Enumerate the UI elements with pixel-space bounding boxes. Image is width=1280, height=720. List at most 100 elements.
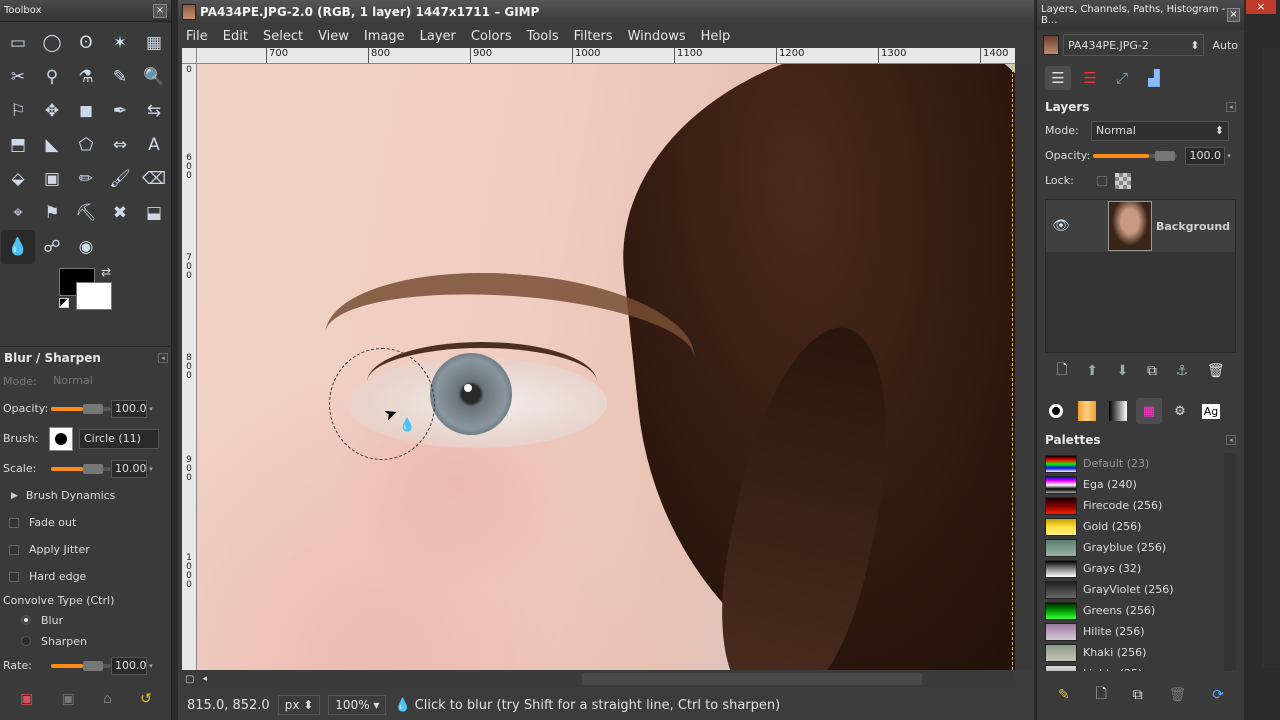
clone-tool-icon[interactable]: ⛏: [69, 196, 103, 230]
palette-item[interactable]: Default (23): [1045, 453, 1236, 474]
palette-item[interactable]: Grayblue (256): [1045, 537, 1236, 558]
rate-input[interactable]: 100.0: [111, 656, 147, 675]
hard-edge-checkbox[interactable]: [9, 571, 19, 582]
smudge-tool-icon[interactable]: ☍: [35, 230, 69, 264]
scale-input[interactable]: 10.00: [111, 459, 147, 478]
color-picker-tool-icon[interactable]: ✎: [103, 60, 137, 94]
expander-arrow-icon[interactable]: ▶: [11, 491, 18, 501]
menu-layer[interactable]: Layer: [420, 29, 456, 44]
brush-dynamics-row[interactable]: ▶ Brush Dynamics: [0, 482, 172, 509]
tab-brushes[interactable]: [1043, 398, 1069, 424]
rate-spin-icon[interactable]: ▾: [147, 657, 155, 675]
layer-opacity-slider[interactable]: [1091, 147, 1177, 165]
palette-item[interactable]: Lights (25): [1045, 663, 1236, 671]
tool-options-menu-icon[interactable]: ◂: [158, 352, 168, 363]
layer-mode-select[interactable]: Normal ⬍: [1091, 120, 1229, 141]
rate-slider[interactable]: [49, 657, 111, 675]
menu-filters[interactable]: Filters: [574, 29, 613, 44]
image-selector-combo[interactable]: PA434PE.JPG-2 ⬍: [1063, 34, 1205, 56]
vertical-scrollbar[interactable]: [1015, 64, 1032, 670]
desktop-scrollbar[interactable]: [1262, 48, 1280, 668]
vertical-ruler[interactable]: 0 6 0 0 7 0 0 8 0 0 9 0 0 1 0 0 0: [182, 64, 197, 670]
menu-colors[interactable]: Colors: [471, 29, 512, 44]
brush-name-field[interactable]: Circle (11): [79, 428, 159, 449]
palette-item[interactable]: Khaki (256): [1045, 642, 1236, 663]
horizontal-scrollbar[interactable]: ▢ ◂: [182, 671, 1015, 687]
new-layer-icon[interactable]: 🗋: [1056, 359, 1067, 383]
swap-colors-icon[interactable]: ⇄: [101, 265, 111, 279]
palette-item[interactable]: Ega (240): [1045, 474, 1236, 495]
paths-tool-icon[interactable]: ⚗: [69, 60, 103, 94]
menu-tools[interactable]: Tools: [527, 29, 559, 44]
image-canvas[interactable]: ➤ 💧: [197, 64, 1015, 670]
layer-row-background[interactable]: 👁 Background: [1046, 200, 1235, 252]
auto-button[interactable]: Auto: [1212, 39, 1238, 52]
palette-item[interactable]: Greens (256): [1045, 600, 1236, 621]
sharpen-radio-row[interactable]: Sharpen: [0, 630, 172, 652]
horizontal-ruler[interactable]: 700 800 900 1000 1100 1200 1300 1400: [197, 48, 1015, 64]
fade-out-row[interactable]: Fade out: [0, 509, 172, 536]
ink-tool-icon[interactable]: ⚑: [35, 196, 69, 230]
layer-opacity-spin-icon[interactable]: ▾: [1225, 147, 1233, 165]
paintbrush-tool-icon[interactable]: 🖌: [103, 162, 137, 196]
palette-item[interactable]: Grays (32): [1045, 558, 1236, 579]
free-select-tool-icon[interactable]: ʘ: [69, 26, 103, 60]
sharpen-radio[interactable]: [21, 636, 31, 646]
layer-name[interactable]: Background: [1156, 220, 1230, 233]
opacity-input[interactable]: 100.0: [111, 399, 147, 418]
background-color-swatch[interactable]: [76, 282, 112, 310]
menu-select[interactable]: Select: [263, 29, 303, 44]
rect-select-tool-icon[interactable]: ▭: [1, 26, 35, 60]
crop-tool-icon[interactable]: ✒: [103, 94, 137, 128]
menu-view[interactable]: View: [318, 29, 349, 44]
edit-palette-icon[interactable]: ✎: [1058, 687, 1070, 703]
tab-patterns[interactable]: [1074, 398, 1100, 424]
measure-tool-icon[interactable]: ⚐: [1, 94, 35, 128]
bucket-fill-tool-icon[interactable]: ⬙: [1, 162, 35, 196]
opacity-slider[interactable]: [49, 400, 111, 418]
scale-slider[interactable]: [49, 460, 111, 478]
eraser-tool-icon[interactable]: ⌫: [137, 162, 171, 196]
navigate-icon[interactable]: ▢: [185, 674, 194, 685]
duplicate-palette-icon[interactable]: ⧉: [1133, 687, 1143, 703]
align-tool-icon[interactable]: ◼: [69, 94, 103, 128]
scale-tool-icon[interactable]: ⬒: [1, 128, 35, 162]
visibility-eye-icon[interactable]: 👁: [1046, 218, 1076, 234]
raise-layer-icon[interactable]: ⬆: [1086, 363, 1098, 379]
default-colors-icon[interactable]: [59, 298, 69, 308]
blend-tool-icon[interactable]: ▣: [35, 162, 69, 196]
blur-radio[interactable]: [21, 615, 31, 625]
opacity-spin-icon[interactable]: ▾: [147, 400, 155, 418]
delete-options-icon[interactable]: ⌂: [103, 691, 112, 707]
delete-layer-icon[interactable]: 🗑: [1207, 363, 1225, 379]
anchor-layer-icon[interactable]: ⚓: [1176, 363, 1189, 379]
palette-item[interactable]: Firecode (256): [1045, 495, 1236, 516]
apply-jitter-row[interactable]: Apply Jitter: [0, 536, 172, 563]
menu-file[interactable]: File: [186, 29, 208, 44]
dock-close-button[interactable]: ×: [1227, 8, 1240, 22]
scroll-left-icon[interactable]: ◂: [202, 674, 207, 684]
delete-palette-icon[interactable]: 🗑: [1169, 687, 1187, 703]
perspective-clone-tool-icon[interactable]: ⬓: [137, 196, 171, 230]
scissors-select-tool-icon[interactable]: ✂: [1, 60, 35, 94]
tab-fonts-select[interactable]: ⚙: [1167, 398, 1193, 424]
dodge-burn-tool-icon[interactable]: ◉: [69, 230, 103, 264]
foreground-select-tool-icon[interactable]: ⚲: [35, 60, 69, 94]
heal-tool-icon[interactable]: ✖: [103, 196, 137, 230]
shear-tool-icon[interactable]: ◣: [35, 128, 69, 162]
color-select-tool-icon[interactable]: ▦: [137, 26, 171, 60]
layer-opacity-input[interactable]: 100.0: [1185, 146, 1225, 165]
menu-help[interactable]: Help: [701, 29, 731, 44]
tab-layers[interactable]: ☰: [1045, 66, 1071, 90]
rotate-tool-icon[interactable]: ⇆: [137, 94, 171, 128]
blur-radio-row[interactable]: Blur: [0, 610, 172, 630]
tab-gradients[interactable]: [1105, 398, 1131, 424]
lock-alpha-checkbox[interactable]: [1097, 175, 1107, 186]
palettes-menu-icon[interactable]: ◂: [1226, 435, 1236, 445]
layers-menu-icon[interactable]: ◂: [1226, 102, 1236, 112]
apply-jitter-checkbox[interactable]: [9, 544, 19, 555]
palette-scrollbar[interactable]: [1224, 453, 1236, 671]
scale-spin-icon[interactable]: ▾: [147, 460, 155, 478]
hard-edge-row[interactable]: Hard edge: [0, 563, 172, 590]
brush-preview-button[interactable]: [49, 426, 73, 451]
